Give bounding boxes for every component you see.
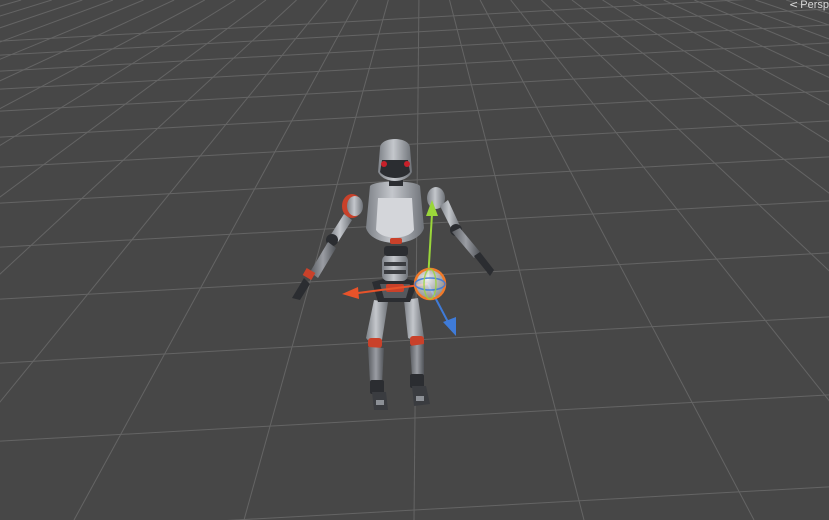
grid-line bbox=[694, 0, 829, 57]
x-axis-arrow-icon[interactable] bbox=[342, 287, 359, 299]
ground-grid bbox=[0, 0, 829, 520]
scene-viewport[interactable]: < Persp bbox=[0, 0, 829, 520]
head[interactable] bbox=[378, 139, 412, 181]
grid-line bbox=[0, 0, 83, 29]
grid-line bbox=[0, 252, 829, 300]
grid-line bbox=[0, 120, 829, 168]
grid-line bbox=[0, 0, 175, 82]
grid-line bbox=[479, 0, 755, 520]
grid-line bbox=[0, 0, 297, 275]
grid-line bbox=[724, 0, 829, 40]
projection-label: Persp bbox=[800, 0, 829, 11]
grid-line bbox=[0, 42, 829, 90]
z-axis-arrow-icon[interactable] bbox=[443, 317, 456, 336]
rotation-sphere[interactable] bbox=[413, 267, 447, 301]
grid-line bbox=[0, 90, 829, 138]
grid-line bbox=[0, 0, 205, 110]
grid-line bbox=[510, 0, 829, 402]
grid-line bbox=[663, 0, 829, 78]
grid-line bbox=[540, 0, 829, 272]
right-leg[interactable] bbox=[404, 298, 430, 406]
grid-line bbox=[0, 0, 114, 43]
grid-line bbox=[602, 0, 829, 143]
grid-line bbox=[816, 0, 829, 5]
grid-line bbox=[632, 0, 829, 106]
left-eye bbox=[381, 161, 387, 167]
right-eye bbox=[404, 161, 410, 167]
torso[interactable] bbox=[366, 181, 424, 257]
grid-line bbox=[0, 0, 746, 42]
left-arm[interactable] bbox=[292, 194, 363, 300]
grid-line bbox=[0, 0, 267, 198]
grid-line bbox=[0, 64, 829, 112]
grid-line bbox=[0, 0, 328, 403]
projection-toggle[interactable]: < Persp bbox=[785, 0, 829, 13]
grid-line bbox=[243, 0, 389, 520]
right-arm[interactable] bbox=[427, 187, 494, 276]
left-leg[interactable] bbox=[366, 300, 388, 410]
grid-line bbox=[0, 0, 144, 60]
grid-line bbox=[449, 0, 585, 520]
grid-line bbox=[413, 0, 420, 520]
grid-line bbox=[73, 0, 359, 520]
grid-line bbox=[0, 0, 52, 17]
grid-line bbox=[785, 0, 829, 14]
chevron-left-icon: < bbox=[789, 0, 799, 11]
robot-model[interactable] bbox=[292, 139, 494, 410]
waist[interactable] bbox=[382, 255, 408, 281]
grid-line bbox=[0, 0, 22, 7]
